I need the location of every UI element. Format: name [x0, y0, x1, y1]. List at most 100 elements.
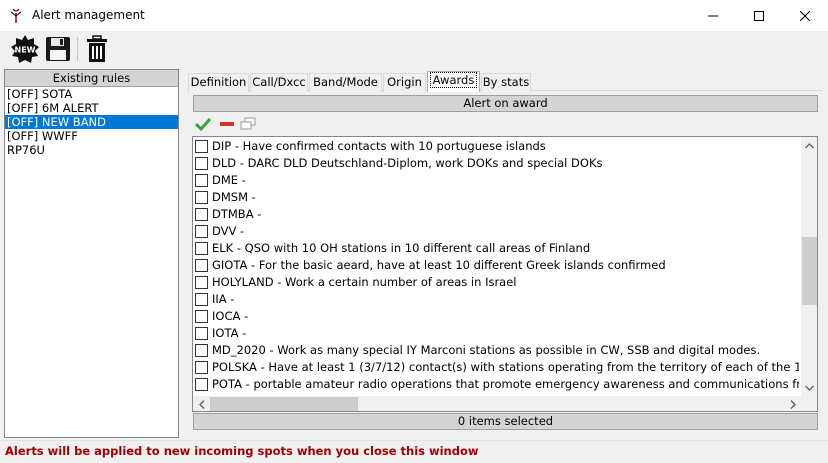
tab-by-stats[interactable]: By stats — [481, 73, 531, 92]
minimize-button[interactable] — [690, 0, 736, 31]
award-checkbox[interactable] — [195, 157, 208, 170]
award-list-item[interactable]: DVV - — [193, 223, 799, 240]
trash-can-icon — [87, 35, 107, 62]
rule-item[interactable]: [OFF] NEW BAND — [5, 115, 178, 129]
award-list-item[interactable]: POLSKA - Have at least 1 (3/7/12) contac… — [193, 359, 799, 376]
award-checkbox[interactable] — [195, 310, 208, 323]
scroll-right-button[interactable] — [784, 396, 801, 411]
award-checkbox[interactable] — [195, 225, 208, 238]
vertical-scroll-thumb[interactable] — [802, 237, 817, 305]
award-label: DMSM - — [212, 190, 256, 204]
scroll-up-button[interactable] — [801, 137, 817, 154]
chevron-left-icon — [198, 400, 204, 409]
existing-rules-header: Existing rules — [5, 70, 178, 87]
uncheck-all-icon — [220, 122, 234, 126]
award-list-item[interactable]: POTA - portable amateur radio operations… — [193, 376, 799, 393]
award-checkbox[interactable] — [195, 191, 208, 204]
award-label: POLSKA - Have at least 1 (3/7/12) contac… — [212, 360, 799, 374]
horizontal-scrollbar[interactable] — [193, 396, 801, 411]
floppy-disk-icon — [46, 37, 70, 61]
tab-origin[interactable]: Origin — [383, 73, 426, 92]
new-badge-icon: NEW — [11, 35, 39, 63]
award-checkbox[interactable] — [195, 361, 208, 374]
vertical-scrollbar[interactable] — [801, 137, 817, 396]
award-checkbox[interactable] — [195, 293, 208, 306]
chevron-down-icon — [805, 385, 814, 391]
award-list-item[interactable]: DIP - Have confirmed contacts with 10 po… — [193, 138, 799, 155]
tab-call-dxcc[interactable]: Call/Dxcc — [250, 73, 308, 92]
rule-item[interactable]: [OFF] SOTA — [5, 87, 178, 101]
maximize-button[interactable] — [736, 0, 782, 31]
award-list-item[interactable]: DME - — [193, 172, 799, 189]
award-label: IOCA - — [212, 309, 249, 323]
tab-label: Band/Mode — [313, 75, 378, 89]
award-label: DME - — [212, 173, 246, 187]
copy-button[interactable] — [239, 116, 257, 132]
award-label: DTMBA - — [212, 207, 262, 221]
rule-item[interactable]: [OFF] WWFF — [5, 129, 178, 143]
footer-message: Alerts will be applied to new incoming s… — [5, 444, 479, 458]
check-all-icon — [195, 117, 211, 131]
award-checkbox[interactable] — [195, 276, 208, 289]
award-list-item[interactable]: DTMBA - — [193, 206, 799, 223]
award-list-item[interactable]: IOCA - — [193, 308, 799, 325]
tab-label: Origin — [387, 75, 422, 89]
award-checkbox[interactable] — [195, 327, 208, 340]
award-checkbox[interactable] — [195, 242, 208, 255]
award-list-item[interactable]: ELK - QSO with 10 OH stations in 10 diff… — [193, 240, 799, 257]
award-label: IOTA - — [212, 326, 247, 340]
delete-rule-button[interactable] — [81, 33, 113, 65]
award-label: MD_2020 - Work as many special IY Marcon… — [212, 343, 761, 357]
award-label: DVV - — [212, 224, 245, 238]
award-checkbox[interactable] — [195, 344, 208, 357]
tab-label: Awards — [429, 72, 478, 88]
uncheck-all-button[interactable] — [218, 116, 236, 132]
award-list-item[interactable]: DMSM - — [193, 189, 799, 206]
horizontal-scroll-thumb[interactable] — [210, 397, 358, 411]
awards-checklist[interactable]: DIP - Have confirmed contacts with 10 po… — [192, 136, 818, 412]
tab-label: Definition — [190, 75, 247, 89]
award-checkbox[interactable] — [195, 378, 208, 391]
award-label: DLD - DARC DLD Deutschland-Diplom, work … — [212, 156, 603, 170]
award-list-item[interactable]: IIA - — [193, 291, 799, 308]
chevron-up-icon — [805, 142, 814, 148]
scroll-left-button[interactable] — [193, 396, 210, 411]
award-checkbox[interactable] — [195, 259, 208, 272]
award-list-item[interactable]: HOLYLAND - Work a certain number of area… — [193, 274, 799, 291]
rule-item[interactable]: [OFF] 6M ALERT — [5, 101, 178, 115]
rule-item[interactable]: RP76U — [5, 143, 178, 157]
award-label: GIOTA - For the basic aeard, have at lea… — [212, 258, 666, 272]
tab-definition[interactable]: Definition — [188, 73, 249, 92]
antenna-app-icon — [9, 7, 23, 24]
award-checkbox[interactable] — [195, 140, 208, 153]
award-label: IIA - — [212, 292, 235, 306]
award-checkbox[interactable] — [195, 174, 208, 187]
award-label: POTA - portable amateur radio operations… — [212, 377, 799, 391]
alert-on-award-header: Alert on award — [193, 95, 818, 112]
status-divider — [0, 440, 828, 441]
award-list-item[interactable]: DLD - DARC DLD Deutschland-Diplom, work … — [193, 155, 799, 172]
award-label: DIP - Have confirmed contacts with 10 po… — [212, 139, 546, 153]
window-title: Alert management — [32, 8, 145, 22]
scroll-down-button[interactable] — [801, 379, 817, 396]
selection-status: 0 items selected — [193, 413, 818, 430]
save-rule-button[interactable] — [42, 33, 74, 65]
scrollbar-corner — [801, 396, 817, 411]
award-checkbox[interactable] — [195, 208, 208, 221]
new-rule-button[interactable]: NEW — [9, 33, 41, 65]
award-list-item[interactable]: IOTA - — [193, 325, 799, 342]
toolbar: NEW — [0, 31, 828, 67]
toolbar-separator — [77, 37, 78, 61]
award-list-item[interactable]: MD_2020 - Work as many special IY Marcon… — [193, 342, 799, 359]
existing-rules-list[interactable]: Existing rules [OFF] SOTA [OFF] 6M ALERT[… — [4, 69, 179, 438]
chevron-right-icon — [790, 400, 796, 409]
award-list-item[interactable]: GIOTA - For the basic aeard, have at lea… — [193, 257, 799, 274]
close-button[interactable] — [782, 0, 828, 31]
new-badge-text: NEW — [15, 46, 36, 55]
check-all-button[interactable] — [194, 116, 212, 132]
tab-label: By stats — [482, 75, 530, 89]
award-label: ELK - QSO with 10 OH stations in 10 diff… — [212, 241, 591, 255]
copy-icon — [240, 117, 256, 130]
tab-awards[interactable]: Awards — [427, 71, 480, 92]
tab-band-mode[interactable]: Band/Mode — [309, 73, 382, 92]
